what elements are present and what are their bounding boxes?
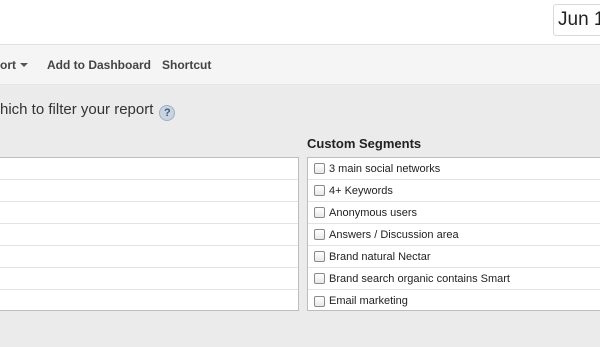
segment-instruction: hich to filter your report?	[0, 100, 176, 121]
segment-label: Brand natural Nectar	[329, 250, 431, 263]
chevron-down-icon	[20, 63, 28, 67]
segment-instruction-text: hich to filter your report	[0, 101, 154, 118]
custom-segment-item[interactable]: Email marketing	[308, 290, 600, 312]
custom-segment-item[interactable]: Brand natural Nectar	[308, 246, 600, 268]
default-segments-list	[0, 157, 299, 311]
shortcut-button[interactable]: Shortcut	[162, 45, 211, 85]
segment-label: Email marketing	[329, 295, 408, 307]
segment-label: Anonymous users	[329, 206, 418, 219]
segments-panel: hich to filter your report? Custom Segme…	[0, 85, 600, 347]
segment-label: Answers / Discussion area	[329, 228, 459, 241]
segment-label: 3 main social networks	[329, 162, 441, 175]
list-item[interactable]	[0, 158, 298, 180]
custom-segment-item[interactable]: 4+ Keywords	[308, 180, 600, 202]
segment-checkbox[interactable]	[314, 251, 325, 262]
add-to-dashboard-button[interactable]: Add to Dashboard	[47, 45, 151, 85]
top-bar: Jun 1	[0, 0, 600, 44]
segment-checkbox[interactable]	[314, 185, 325, 196]
custom-segment-item[interactable]: 3 main social networks	[308, 158, 600, 180]
segment-label: 4+ Keywords	[329, 184, 393, 197]
segment-label: Brand search organic contains Smart	[329, 272, 510, 285]
list-item[interactable]	[0, 224, 298, 246]
segment-checkbox[interactable]	[314, 273, 325, 284]
custom-segment-item[interactable]: Anonymous users	[308, 202, 600, 224]
list-item[interactable]	[0, 290, 298, 312]
export-button[interactable]: ort	[0, 45, 28, 85]
list-item[interactable]	[0, 246, 298, 268]
date-range-picker[interactable]: Jun 1	[553, 4, 600, 36]
segment-checkbox[interactable]	[314, 163, 325, 174]
custom-segment-item[interactable]: Brand search organic contains Smart	[308, 268, 600, 290]
help-icon[interactable]: ?	[159, 105, 176, 121]
custom-segment-item[interactable]: Answers / Discussion area	[308, 224, 600, 246]
report-toolbar: ort Add to Dashboard Shortcut	[0, 44, 600, 85]
segment-checkbox[interactable]	[314, 295, 325, 307]
list-item[interactable]	[0, 268, 298, 290]
custom-segments-list: 3 main social networks 4+ Keywords Anony…	[307, 157, 600, 311]
custom-segments-header: Custom Segments	[307, 136, 422, 151]
export-label: ort	[0, 58, 16, 72]
segment-checkbox[interactable]	[314, 229, 325, 240]
segment-checkbox[interactable]	[314, 207, 325, 218]
list-item[interactable]	[0, 202, 298, 224]
list-item[interactable]	[0, 180, 298, 202]
